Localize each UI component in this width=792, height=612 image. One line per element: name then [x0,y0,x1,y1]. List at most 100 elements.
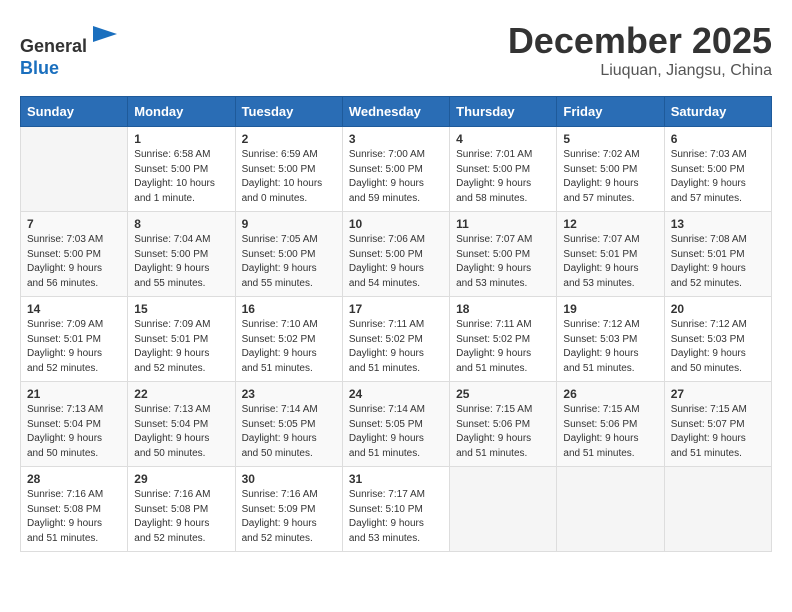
day-number: 20 [671,302,765,316]
calendar-cell: 16 Sunrise: 7:10 AM Sunset: 5:02 PM Dayli… [235,297,342,382]
calendar-cell [557,467,664,552]
day-info: Sunrise: 7:07 AM Sunset: 5:00 PM Dayligh… [456,233,550,291]
day-info: Sunrise: 7:15 AM Sunset: 5:06 PM Dayligh… [456,403,550,461]
day-number: 24 [349,387,443,401]
calendar-cell: 30Sunrise: 7:16 AM Sunset: 5:09 PM Dayli… [235,467,342,552]
day-info: Sunrise: 7:13 AM Sunset: 5:04 PM Dayligh… [134,403,228,461]
calendar-cell: 3 Sunrise: 7:00 AM Sunset: 5:00 PM Daylig… [342,127,449,212]
weekday-header-tuesday: Tuesday [235,97,342,127]
week-row-3: 14 Sunrise: 7:09 AM Sunset: 5:01 PM Dayli… [21,297,772,382]
logo-flag-icon [89,20,121,52]
day-info: Sunrise: 7:04 AM Sunset: 5:00 PM Dayligh… [134,233,228,291]
day-number: 29 [134,472,228,486]
calendar-cell: 21 Sunrise: 7:13 AM Sunset: 5:04 PM Dayli… [21,382,128,467]
day-number: 2 [242,132,336,146]
calendar-cell: 18Sunrise: 7:11 AM Sunset: 5:02 PM Dayli… [450,297,557,382]
day-number: 9 [242,217,336,231]
day-info: Sunrise: 7:07 AM Sunset: 5:01 PM Dayligh… [563,233,657,291]
day-number: 18 [456,302,550,316]
page-header: General Blue December 2025 Liuquan, Jian… [20,20,772,80]
day-number: 22 [134,387,228,401]
weekday-header-friday: Friday [557,97,664,127]
day-number: 16 [242,302,336,316]
day-info: Sunrise: 7:09 AM Sunset: 5:01 PM Dayligh… [134,318,228,376]
calendar-cell [664,467,771,552]
week-row-1: 1 Sunrise: 6:58 AM Sunset: 5:00 PM Daylig… [21,127,772,212]
weekday-header-row: SundayMondayTuesdayWednesdayThursdayFrid… [21,97,772,127]
day-info: Sunrise: 7:12 AM Sunset: 5:03 PM Dayligh… [563,318,657,376]
day-number: 12 [563,217,657,231]
calendar-cell: 1 Sunrise: 6:58 AM Sunset: 5:00 PM Daylig… [128,127,235,212]
day-info: Sunrise: 7:01 AM Sunset: 5:00 PM Dayligh… [456,148,550,206]
day-info: Sunrise: 7:17 AM Sunset: 5:10 PM Dayligh… [349,488,443,546]
logo-general: General [20,36,87,56]
title-block: December 2025 Liuquan, Jiangsu, China [508,20,772,80]
weekday-header-monday: Monday [128,97,235,127]
calendar-cell: 8 Sunrise: 7:04 AM Sunset: 5:00 PM Daylig… [128,212,235,297]
day-info: Sunrise: 7:14 AM Sunset: 5:05 PM Dayligh… [242,403,336,461]
day-number: 31 [349,472,443,486]
day-number: 15 [134,302,228,316]
weekday-header-wednesday: Wednesday [342,97,449,127]
calendar-cell: 23 Sunrise: 7:14 AM Sunset: 5:05 PM Dayli… [235,382,342,467]
day-number: 3 [349,132,443,146]
calendar-cell: 5 Sunrise: 7:02 AM Sunset: 5:00 PM Daylig… [557,127,664,212]
calendar-cell: 4 Sunrise: 7:01 AM Sunset: 5:00 PM Daylig… [450,127,557,212]
week-row-2: 7 Sunrise: 7:03 AM Sunset: 5:00 PM Daylig… [21,212,772,297]
calendar-cell: 12 Sunrise: 7:07 AM Sunset: 5:01 PM Dayli… [557,212,664,297]
day-number: 5 [563,132,657,146]
calendar-cell: 29 Sunrise: 7:16 AM Sunset: 5:08 PM Dayli… [128,467,235,552]
day-number: 14 [27,302,121,316]
day-number: 1 [134,132,228,146]
day-number: 25 [456,387,550,401]
day-info: Sunrise: 7:16 AM Sunset: 5:09 PM Dayligh… [242,488,336,546]
day-number: 6 [671,132,765,146]
calendar-cell: 9 Sunrise: 7:05 AM Sunset: 5:00 PM Daylig… [235,212,342,297]
day-number: 11 [456,217,550,231]
day-number: 26 [563,387,657,401]
day-info: Sunrise: 7:00 AM Sunset: 5:00 PM Dayligh… [349,148,443,206]
week-row-4: 21 Sunrise: 7:13 AM Sunset: 5:04 PM Dayli… [21,382,772,467]
day-number: 23 [242,387,336,401]
day-number: 13 [671,217,765,231]
calendar-table: SundayMondayTuesdayWednesdayThursdayFrid… [20,96,772,552]
day-info: Sunrise: 7:10 AM Sunset: 5:02 PM Dayligh… [242,318,336,376]
day-info: Sunrise: 7:02 AM Sunset: 5:00 PM Dayligh… [563,148,657,206]
day-number: 21 [27,387,121,401]
day-info: Sunrise: 6:59 AM Sunset: 5:00 PM Dayligh… [242,148,336,206]
weekday-header-sunday: Sunday [21,97,128,127]
day-number: 19 [563,302,657,316]
day-number: 8 [134,217,228,231]
calendar-cell: 17 Sunrise: 7:11 AM Sunset: 5:02 PM Dayli… [342,297,449,382]
day-info: Sunrise: 7:16 AM Sunset: 5:08 PM Dayligh… [27,488,121,546]
calendar-cell: 20 Sunrise: 7:12 AM Sunset: 5:03 PM Dayli… [664,297,771,382]
calendar-cell: 6Sunrise: 7:03 AM Sunset: 5:00 PM Daylig… [664,127,771,212]
day-info: Sunrise: 7:16 AM Sunset: 5:08 PM Dayligh… [134,488,228,546]
calendar-cell: 31 Sunrise: 7:17 AM Sunset: 5:10 PM Dayli… [342,467,449,552]
day-info: Sunrise: 7:13 AM Sunset: 5:04 PM Dayligh… [27,403,121,461]
calendar-cell: 26 Sunrise: 7:15 AM Sunset: 5:06 PM Dayli… [557,382,664,467]
weekday-header-thursday: Thursday [450,97,557,127]
day-number: 10 [349,217,443,231]
day-info: Sunrise: 7:15 AM Sunset: 5:06 PM Dayligh… [563,403,657,461]
calendar-cell: 2 Sunrise: 6:59 AM Sunset: 5:00 PM Daylig… [235,127,342,212]
day-info: Sunrise: 7:15 AM Sunset: 5:07 PM Dayligh… [671,403,765,461]
calendar-cell: 25 Sunrise: 7:15 AM Sunset: 5:06 PM Dayli… [450,382,557,467]
day-number: 27 [671,387,765,401]
day-number: 17 [349,302,443,316]
month-title: December 2025 [508,20,772,62]
day-info: Sunrise: 7:03 AM Sunset: 5:00 PM Dayligh… [27,233,121,291]
calendar-cell: 19 Sunrise: 7:12 AM Sunset: 5:03 PM Dayli… [557,297,664,382]
day-info: Sunrise: 7:11 AM Sunset: 5:02 PM Dayligh… [349,318,443,376]
day-info: Sunrise: 7:05 AM Sunset: 5:00 PM Dayligh… [242,233,336,291]
calendar-cell: 14Sunrise: 7:09 AM Sunset: 5:01 PM Dayli… [21,297,128,382]
week-row-5: 28Sunrise: 7:16 AM Sunset: 5:08 PM Dayli… [21,467,772,552]
calendar-cell: 27 Sunrise: 7:15 AM Sunset: 5:07 PM Dayli… [664,382,771,467]
day-info: Sunrise: 6:58 AM Sunset: 5:00 PM Dayligh… [134,148,228,206]
calendar-cell: 28Sunrise: 7:16 AM Sunset: 5:08 PM Dayli… [21,467,128,552]
day-number: 4 [456,132,550,146]
day-info: Sunrise: 7:12 AM Sunset: 5:03 PM Dayligh… [671,318,765,376]
calendar-cell [450,467,557,552]
day-number: 7 [27,217,121,231]
calendar-cell: 10Sunrise: 7:06 AM Sunset: 5:00 PM Dayli… [342,212,449,297]
